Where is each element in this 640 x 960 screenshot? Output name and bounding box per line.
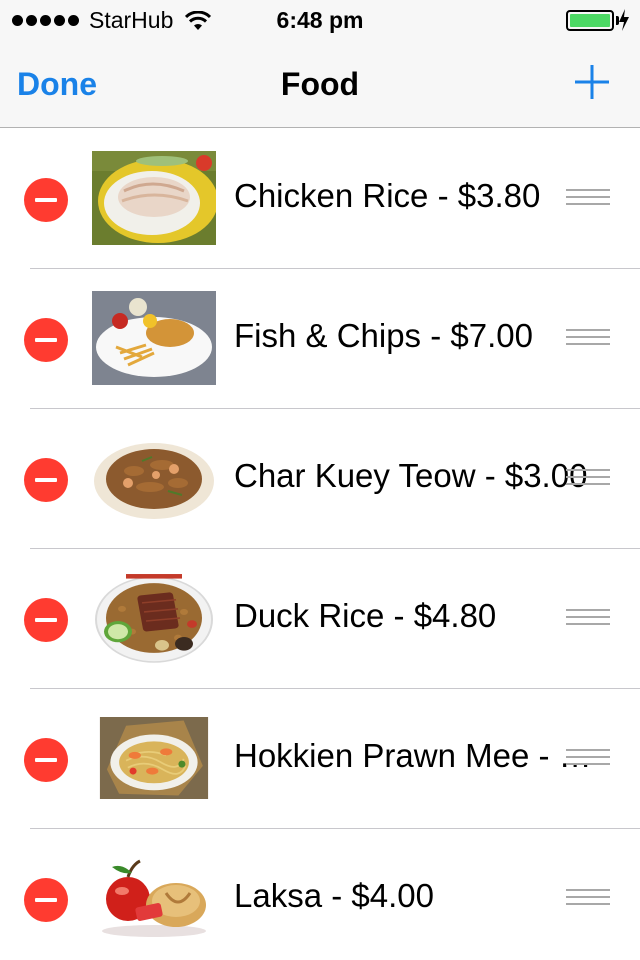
item-label: Fish & Chips - $7.00 [234, 317, 533, 354]
item-label: Laksa - $4.00 [234, 877, 434, 914]
delete-icon[interactable] [24, 738, 68, 782]
duck-rice-image [92, 571, 216, 665]
chicken-rice-image [92, 151, 216, 245]
food-placeholder-image [92, 851, 216, 945]
list-item[interactable]: Chicken Rice - $3.80 [0, 129, 640, 269]
status-bar: StarHub 6:48 pm [0, 0, 640, 40]
food-list: Chicken Rice - $3.80 Fish & Chips - $7.0… [0, 129, 640, 960]
battery-icon [566, 10, 614, 31]
charging-bolt-icon [619, 9, 629, 31]
delete-icon[interactable] [24, 878, 68, 922]
reorder-handle-icon[interactable] [566, 469, 610, 486]
navigation-bar: Done Food [0, 40, 640, 128]
item-label: Chicken Rice - $3.80 [234, 177, 541, 214]
list-item[interactable]: Duck Rice - $4.80 [0, 549, 640, 689]
list-item[interactable]: Laksa - $4.00 [0, 829, 640, 960]
delete-icon[interactable] [24, 458, 68, 502]
reorder-handle-icon[interactable] [566, 889, 610, 906]
item-label: Hokkien Prawn Mee - $4.00 [234, 737, 606, 774]
item-label: Char Kuey Teow - $3.00 [234, 457, 588, 494]
list-item[interactable]: Fish & Chips - $7.00 [0, 269, 640, 409]
delete-icon[interactable] [24, 178, 68, 222]
list-item[interactable]: Hokkien Prawn Mee - $4.00 [0, 689, 640, 829]
battery-level [570, 14, 610, 27]
reorder-handle-icon[interactable] [566, 749, 610, 766]
reorder-handle-icon[interactable] [566, 189, 610, 206]
add-button[interactable] [574, 64, 610, 100]
delete-icon[interactable] [24, 598, 68, 642]
char-kuey-teow-image [92, 431, 216, 525]
status-time: 6:48 pm [276, 7, 364, 33]
list-item[interactable]: Char Kuey Teow - $3.00 [0, 409, 640, 549]
plus-icon [575, 65, 609, 99]
reorder-handle-icon[interactable] [566, 609, 610, 626]
page-title: Food [280, 66, 360, 102]
delete-icon[interactable] [24, 318, 68, 362]
fish-and-chips-image [92, 291, 216, 385]
screen: StarHub 6:48 pm Done Food Chicken Rice -… [0, 0, 640, 960]
hokkien-prawn-mee-image [99, 717, 209, 799]
reorder-handle-icon[interactable] [566, 329, 610, 346]
item-label: Duck Rice - $4.80 [234, 597, 497, 634]
